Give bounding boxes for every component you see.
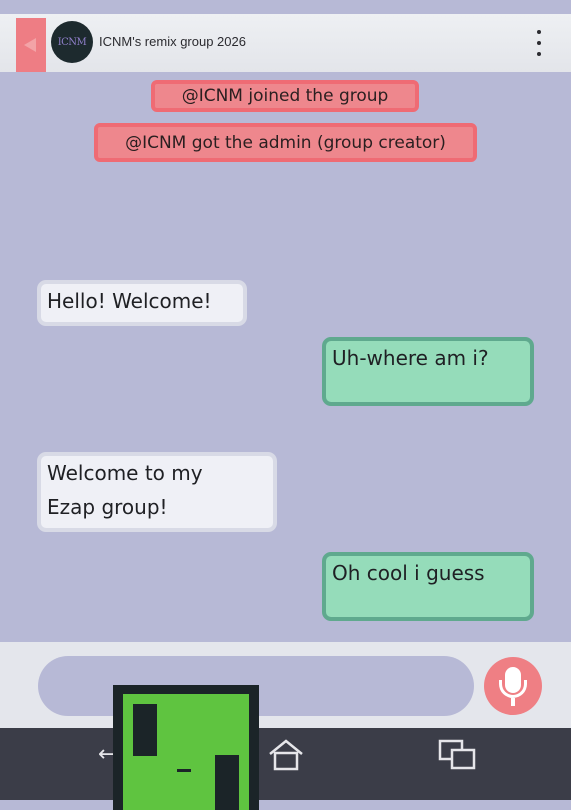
home-icon[interactable] xyxy=(268,738,304,772)
vertical-dots-icon xyxy=(537,52,541,56)
sticker-mouth xyxy=(177,769,191,772)
vertical-dots-icon xyxy=(537,41,541,45)
message-text: Uh-where am i? xyxy=(332,346,489,370)
sticker-eye xyxy=(133,704,157,756)
mic-button[interactable] xyxy=(484,657,542,715)
microphone-icon xyxy=(499,680,527,698)
recents-icon[interactable] xyxy=(438,738,478,772)
message-bubble-outgoing[interactable]: Uh-where am i? xyxy=(322,337,534,406)
message-bubble-incoming[interactable]: Welcome to my Ezap group! xyxy=(37,452,277,532)
sticker-eye xyxy=(215,755,239,810)
system-message: @ICNM joined the group xyxy=(151,80,419,112)
system-nav-bar: ← xyxy=(0,728,571,800)
chat-header: ICNM ICNM's remix group 2026 xyxy=(0,14,571,72)
message-bubble-incoming[interactable]: Hello! Welcome! xyxy=(37,280,247,326)
sticker-overlay xyxy=(113,685,259,810)
back-button[interactable] xyxy=(16,18,46,72)
message-text: Ezap group! xyxy=(47,495,168,519)
avatar-label: ICNM xyxy=(57,36,87,48)
message-text: Welcome to my xyxy=(47,461,203,485)
overflow-menu-button[interactable] xyxy=(530,28,548,58)
message-text: Oh cool i guess xyxy=(332,561,485,585)
microphone-icon xyxy=(511,698,515,706)
message-text: Hello! Welcome! xyxy=(47,289,212,313)
message-bubble-outgoing[interactable]: Oh cool i guess xyxy=(322,552,534,621)
system-message-text: @ICNM got the admin (group creator) xyxy=(125,132,446,153)
status-bar xyxy=(0,0,571,14)
group-title[interactable]: ICNM's remix group 2026 xyxy=(99,34,246,49)
back-triangle-icon xyxy=(24,38,36,52)
system-message: @ICNM got the admin (group creator) xyxy=(94,123,477,162)
vertical-dots-icon xyxy=(537,30,541,34)
system-message-text: @ICNM joined the group xyxy=(181,86,389,106)
group-avatar[interactable]: ICNM xyxy=(51,21,93,63)
